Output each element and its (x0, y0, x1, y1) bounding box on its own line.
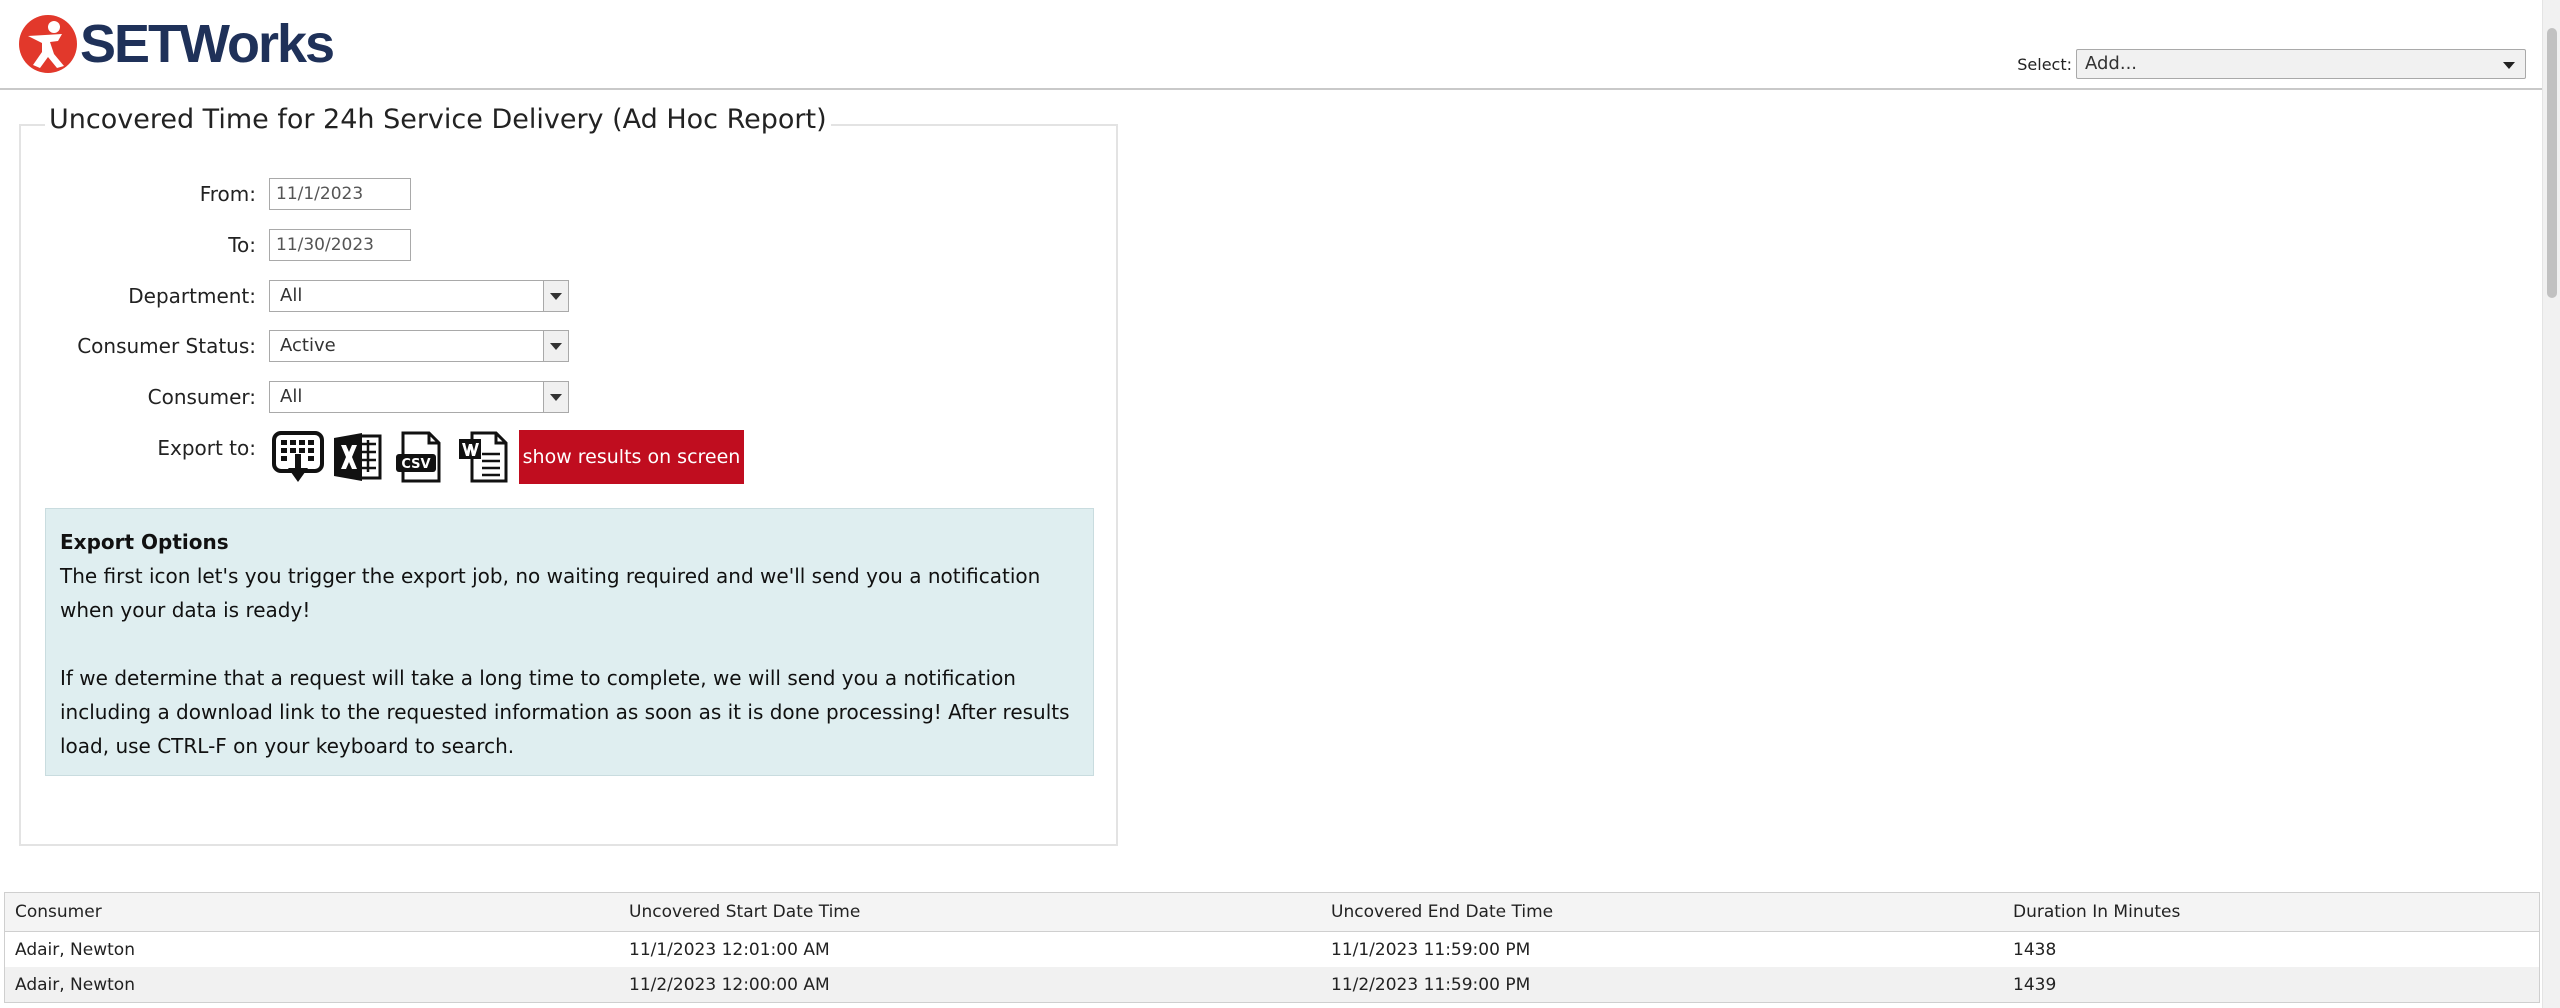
department-select[interactable]: All (269, 280, 569, 312)
export-label: Export to: (157, 436, 256, 460)
add-select-value: Add... (2085, 53, 2138, 74)
chevron-down-icon (2503, 62, 2515, 69)
cell-start: 11/2/2023 12:00:00 AM (629, 974, 830, 995)
excel-icon[interactable] (332, 430, 386, 484)
consumer-status-value: Active (280, 335, 336, 356)
cell-end: 11/2/2023 11:59:00 PM (1331, 974, 1531, 995)
to-date-input[interactable]: 11/30/2023 (269, 229, 411, 261)
consumer-status-select[interactable]: Active (269, 330, 569, 362)
consumer-value: All (280, 386, 303, 407)
info-paragraph-1: The first icon let's you trigger the exp… (60, 564, 1041, 622)
chevron-down-icon[interactable] (543, 281, 568, 311)
table-header: Consumer Uncovered Start Date Time Uncov… (5, 893, 2539, 932)
add-select[interactable]: Add... (2076, 49, 2526, 79)
department-value: All (280, 285, 303, 306)
svg-text:CSV: CSV (401, 457, 430, 472)
page-title: Uncovered Time for 24h Service Delivery … (45, 104, 831, 135)
from-label: From: (199, 182, 256, 206)
column-header-consumer[interactable]: Consumer (15, 893, 102, 931)
word-icon[interactable] (456, 430, 510, 484)
show-results-button[interactable]: show results on screen (519, 430, 744, 484)
column-header-start[interactable]: Uncovered Start Date Time (629, 893, 860, 931)
cell-start: 11/1/2023 12:01:00 AM (629, 939, 830, 960)
page-scrollbar[interactable] (2542, 0, 2560, 1008)
from-date-input[interactable]: 11/1/2023 (269, 178, 411, 210)
column-header-duration[interactable]: Duration In Minutes (2013, 893, 2180, 931)
consumer-select[interactable]: All (269, 381, 569, 413)
chevron-down-icon[interactable] (543, 382, 568, 412)
setworks-logo-icon (19, 15, 77, 73)
table-row[interactable]: Adair, Newton 11/2/2023 12:00:00 AM 11/2… (5, 967, 2539, 1002)
csv-icon[interactable]: CSV (393, 430, 447, 484)
cell-consumer: Adair, Newton (15, 939, 135, 960)
consumer-status-label: Consumer Status: (77, 334, 256, 358)
cell-consumer: Adair, Newton (15, 974, 135, 995)
results-table: Consumer Uncovered Start Date Time Uncov… (4, 892, 2540, 1003)
scrollbar-thumb[interactable] (2547, 28, 2557, 298)
report-criteria-panel: Uncovered Time for 24h Service Delivery … (19, 104, 1118, 846)
cell-duration: 1439 (2013, 974, 2057, 995)
app-header: SETWorks Select: Add... (0, 0, 2542, 90)
department-label: Department: (128, 284, 256, 308)
add-select-group: Select: Add... (2017, 49, 2526, 79)
info-paragraph-2: If we determine that a request will take… (60, 666, 1070, 758)
setworks-logo[interactable]: SETWorks (18, 14, 335, 74)
table-row[interactable]: Adair, Newton 11/1/2023 12:01:00 AM 11/1… (5, 932, 2539, 967)
cell-end: 11/1/2023 11:59:00 PM (1331, 939, 1531, 960)
logo-text: SETWorks (80, 14, 335, 74)
export-options-info: Export Options The first icon let's you … (45, 508, 1094, 776)
column-header-end[interactable]: Uncovered End Date Time (1331, 893, 1553, 931)
consumer-label: Consumer: (147, 385, 256, 409)
info-title: Export Options (60, 530, 229, 554)
to-label: To: (228, 233, 256, 257)
cell-duration: 1438 (2013, 939, 2057, 960)
select-label: Select: (2017, 54, 2072, 74)
queue-export-icon[interactable] (271, 430, 325, 484)
chevron-down-icon[interactable] (543, 331, 568, 361)
